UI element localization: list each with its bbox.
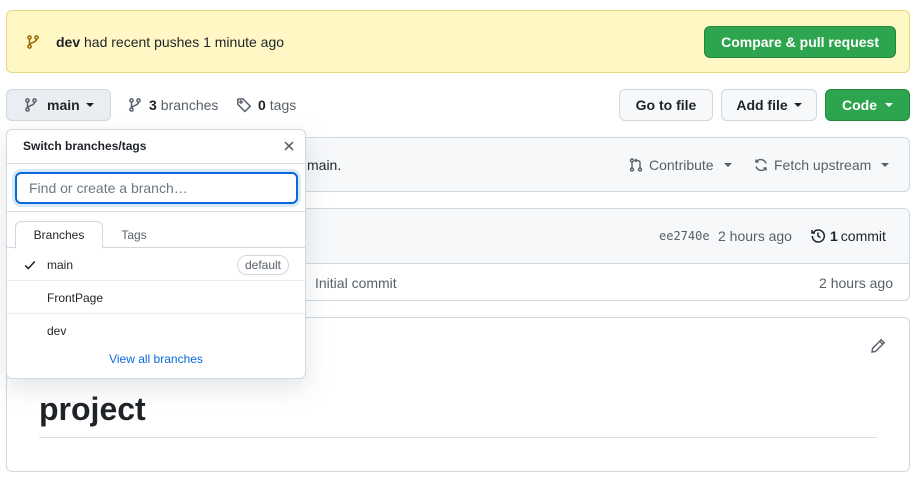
file-commit-message[interactable]: Initial commit — [315, 275, 397, 291]
view-all-branches-link[interactable]: View all branches — [7, 352, 305, 366]
branch-item-frontpage[interactable]: FrontPage — [7, 281, 305, 314]
add-file-label: Add file — [736, 97, 788, 113]
chevron-down-icon — [885, 103, 893, 107]
heading-divider — [39, 437, 877, 438]
branch-item-label: main — [47, 258, 74, 272]
chevron-down-icon — [881, 163, 890, 167]
commit-time: 2 hours ago — [718, 228, 792, 244]
history-icon — [811, 229, 825, 243]
code-label: Code — [842, 97, 877, 113]
tags-link[interactable]: 0 tags — [236, 97, 296, 113]
tab-branches[interactable]: Branches — [15, 221, 103, 249]
fetch-upstream-button[interactable]: Fetch upstream — [753, 157, 890, 173]
dropdown-title: Switch branches/tags — [23, 139, 147, 153]
banner-message: had recent pushes 1 minute ago — [84, 33, 285, 50]
compare-pull-request-button[interactable]: Compare & pull request — [704, 25, 896, 58]
commit-history-link[interactable]: 1 commit — [810, 228, 886, 244]
branch-select-button[interactable]: main — [6, 89, 111, 121]
commit-count: 1 — [830, 228, 838, 244]
branch-filter-input[interactable] — [15, 172, 298, 204]
tags-count: 0 — [258, 97, 266, 113]
branch-item-dev[interactable]: dev — [7, 314, 305, 347]
dropdown-tabs: Branches Tags — [7, 212, 305, 249]
branch-select-label: main — [47, 97, 80, 113]
sync-status-text: main. — [307, 156, 342, 173]
code-button[interactable]: Code — [825, 89, 910, 121]
branches-label: branches — [160, 97, 219, 113]
add-file-button[interactable]: Add file — [721, 89, 817, 121]
git-branch-icon — [129, 98, 141, 112]
file-commit-age: 2 hours ago — [819, 275, 893, 291]
dropdown-filter — [7, 164, 305, 212]
tag-icon — [237, 98, 252, 113]
chevron-down-icon — [85, 103, 94, 107]
pencil-icon[interactable] — [870, 338, 886, 354]
contribute-label: Contribute — [649, 157, 714, 173]
dropdown-header: Switch branches/tags — [7, 130, 305, 164]
close-icon[interactable] — [282, 139, 296, 153]
readme-heading: project — [39, 391, 146, 427]
branch-item-main[interactable]: main default — [7, 248, 305, 281]
sync-icon — [755, 158, 767, 172]
branches-link[interactable]: 3 branches — [127, 97, 218, 113]
default-badge: default — [236, 255, 289, 275]
chevron-down-icon — [793, 103, 802, 107]
go-to-file-button[interactable]: Go to file — [619, 89, 713, 121]
tab-tags[interactable]: Tags — [105, 221, 163, 248]
contribute-button[interactable]: Contribute — [628, 157, 732, 173]
git-branch-icon — [25, 34, 41, 50]
check-icon — [23, 258, 37, 272]
commit-sha[interactable]: ee2740e — [659, 229, 710, 243]
branch-switcher-dropdown: Switch branches/tags Branches Tags main … — [6, 129, 306, 379]
branch-item-label: FrontPage — [47, 291, 104, 305]
banner-text: dev had recent pushes 1 minute ago — [56, 34, 284, 50]
chevron-down-icon — [723, 163, 732, 167]
git-pull-request-icon — [629, 158, 643, 172]
git-branch-icon — [25, 98, 37, 112]
banner-branch[interactable]: dev — [56, 34, 80, 50]
fetch-upstream-label: Fetch upstream — [774, 157, 872, 173]
branch-item-label: dev — [47, 324, 67, 338]
commit-count-label: commit — [840, 228, 886, 244]
branches-count: 3 — [149, 97, 157, 113]
push-banner: dev had recent pushes 1 minute ago Compa… — [6, 10, 910, 73]
tags-label: tags — [269, 97, 297, 113]
